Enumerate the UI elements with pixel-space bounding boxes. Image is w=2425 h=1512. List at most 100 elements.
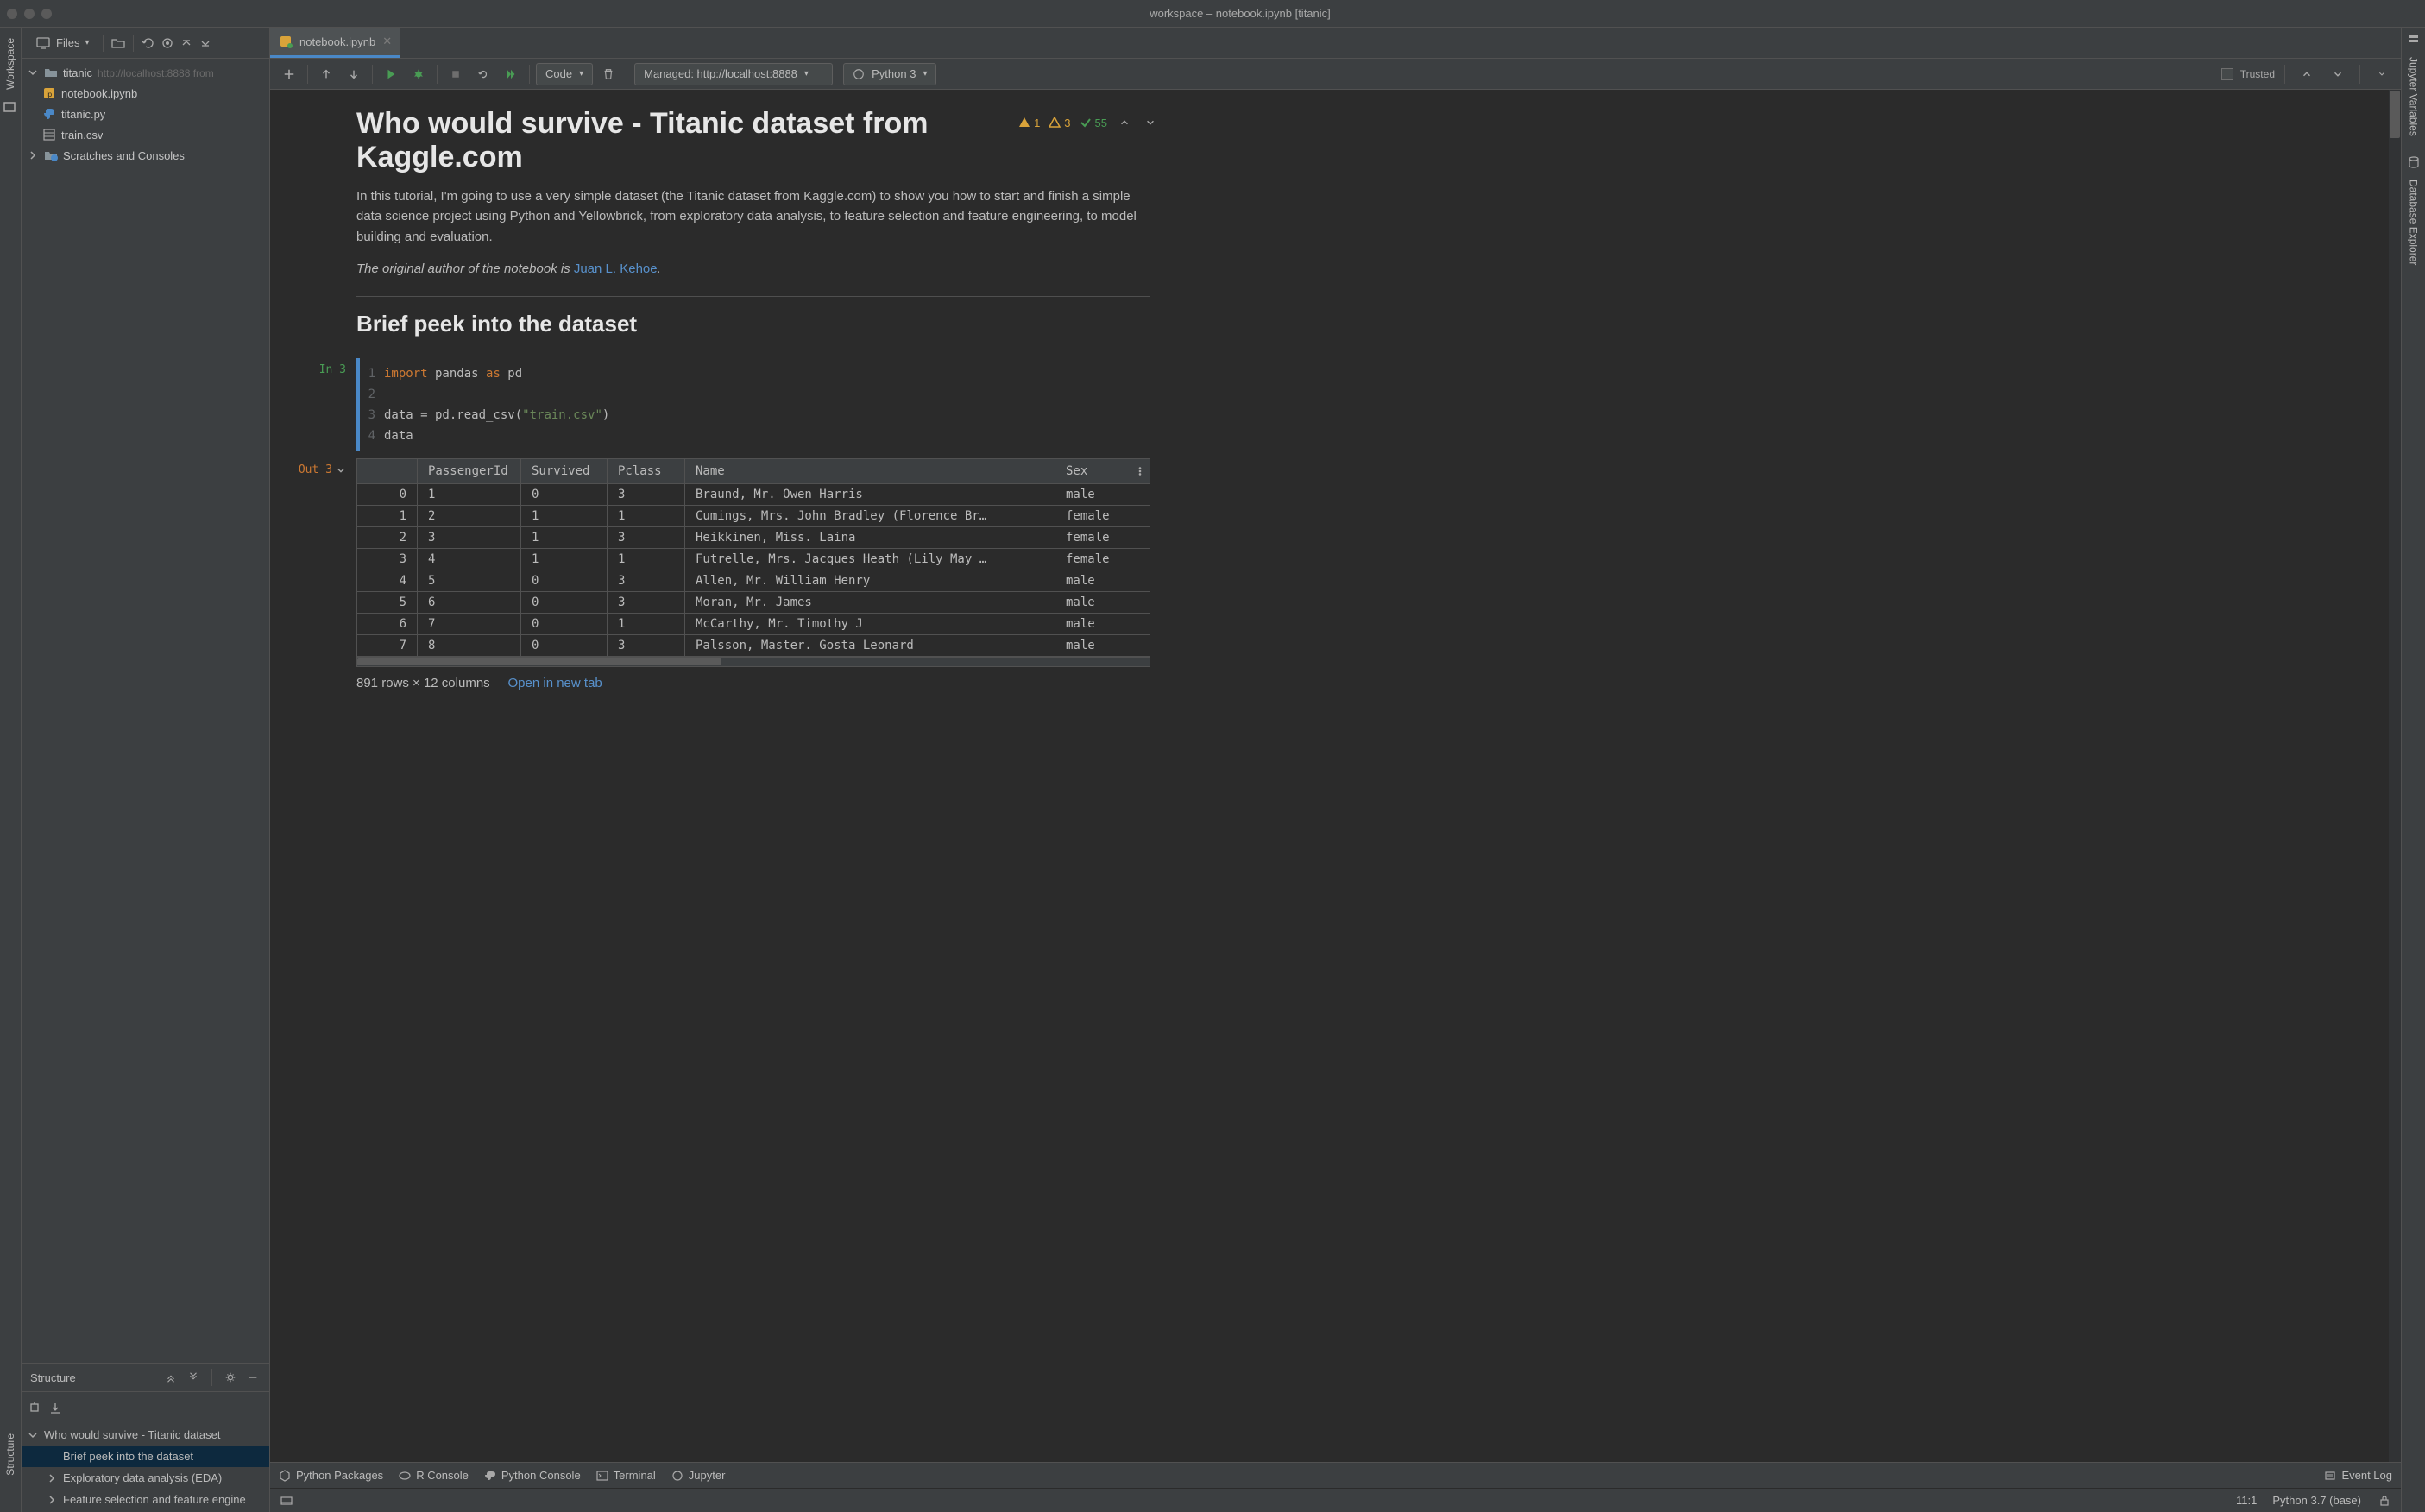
autoscroll-icon[interactable] xyxy=(47,1400,63,1415)
next-cell-icon[interactable] xyxy=(2326,63,2350,85)
kernel-dropdown[interactable]: Managed: http://localhost:8888 ▾ xyxy=(634,63,833,85)
add-cell-icon[interactable] xyxy=(277,63,301,85)
table-cell: male xyxy=(1055,614,1124,635)
table-cell xyxy=(1124,527,1150,549)
code-line[interactable]: 2 xyxy=(360,384,1150,405)
interpreter-indicator[interactable]: Python 3.7 (base) xyxy=(2272,1494,2361,1507)
target-icon[interactable] xyxy=(160,35,175,51)
new-folder-icon[interactable] xyxy=(110,35,126,51)
run-icon[interactable] xyxy=(379,63,403,85)
file-tree-item[interactable]: titanic.py xyxy=(22,104,269,124)
next-issue-icon[interactable] xyxy=(1142,114,1159,131)
column-header[interactable]: Pclass xyxy=(608,459,685,484)
collapse-all-icon[interactable] xyxy=(186,1370,201,1385)
table-cell: 3 xyxy=(608,635,685,657)
lock-icon[interactable] xyxy=(2377,1493,2392,1509)
scrollbar-thumb[interactable] xyxy=(357,658,721,665)
table-row[interactable]: 6701McCarthy, Mr. Timothy Jmale xyxy=(357,614,1150,635)
table-row[interactable]: 4503Allen, Mr. William Henrymale xyxy=(357,570,1150,592)
horizontal-scrollbar[interactable] xyxy=(356,657,1150,667)
gear-icon[interactable] xyxy=(223,1370,238,1385)
close-icon[interactable]: ✕ xyxy=(382,35,392,48)
warning-badge[interactable]: 3 xyxy=(1049,117,1070,129)
jupyter-variables-tab[interactable]: Jupyter Variables xyxy=(2404,47,2423,147)
file-tree-item[interactable]: ip notebook.ipynb xyxy=(22,83,269,104)
trusted-checkbox[interactable] xyxy=(2221,68,2233,80)
ok-badge[interactable]: 55 xyxy=(1080,117,1107,129)
column-header[interactable]: Name xyxy=(685,459,1055,484)
delete-cell-icon[interactable] xyxy=(596,63,620,85)
minimize-window-button[interactable] xyxy=(24,9,35,19)
panel-toggle-icon[interactable] xyxy=(279,1493,294,1509)
structure-tool-tab[interactable]: Structure xyxy=(1,1423,20,1486)
table-row[interactable]: 5603Moran, Mr. Jamesmale xyxy=(357,592,1150,614)
r-console-tab[interactable]: R Console xyxy=(399,1469,469,1482)
workspace-tool-tab[interactable]: Workspace xyxy=(1,28,20,100)
table-row[interactable]: 1211Cumings, Mrs. John Bradley (Florence… xyxy=(357,506,1150,527)
project-url: http://localhost:8888 from xyxy=(98,67,214,79)
jupyter-tab[interactable]: Jupyter xyxy=(671,1469,726,1482)
stack-icon[interactable] xyxy=(2407,33,2421,47)
expand-icon[interactable] xyxy=(179,35,194,51)
pin-icon[interactable] xyxy=(27,1400,42,1415)
author-link[interactable]: Juan L. Kehoe xyxy=(574,261,658,276)
prev-cell-icon[interactable] xyxy=(2295,63,2319,85)
interpreter-dropdown[interactable]: Python 3 ▾ xyxy=(843,63,936,85)
table-row[interactable]: 3411Futrelle, Mrs. Jacques Heath (Lily M… xyxy=(357,549,1150,570)
structure-item[interactable]: Exploratory data analysis (EDA) xyxy=(22,1467,269,1489)
close-window-button[interactable] xyxy=(7,9,17,19)
more-icon[interactable] xyxy=(2370,63,2394,85)
collapse-icon[interactable] xyxy=(198,35,213,51)
minimize-icon[interactable] xyxy=(245,1370,261,1385)
structure-item[interactable]: Brief peek into the dataset xyxy=(22,1446,269,1467)
file-tree-item[interactable]: train.csv xyxy=(22,124,269,145)
python-console-tab[interactable]: Python Console xyxy=(484,1469,581,1482)
code-line[interactable]: 3data = pd.read_csv("train.csv") xyxy=(360,405,1150,425)
move-up-icon[interactable] xyxy=(314,63,338,85)
cell-type-dropdown[interactable]: Code ▾ xyxy=(536,63,593,85)
column-header[interactable]: Survived xyxy=(521,459,608,484)
code-editor[interactable]: 1import pandas as pd23data = pd.read_csv… xyxy=(356,358,1150,451)
move-down-icon[interactable] xyxy=(342,63,366,85)
debug-icon[interactable] xyxy=(406,63,431,85)
event-log-tab[interactable]: Event Log xyxy=(2324,1469,2392,1482)
scrollbar-thumb[interactable] xyxy=(2390,91,2400,138)
scrollbar-track[interactable] xyxy=(2389,90,2401,1462)
stop-icon[interactable] xyxy=(444,63,468,85)
expand-all-icon[interactable] xyxy=(163,1370,179,1385)
run-all-icon[interactable] xyxy=(499,63,523,85)
column-header[interactable]: Sex xyxy=(1055,459,1124,484)
prev-issue-icon[interactable] xyxy=(1116,114,1133,131)
maximize-window-button[interactable] xyxy=(41,9,52,19)
table-row[interactable]: 0103Braund, Mr. Owen Harrismale xyxy=(357,484,1150,506)
database-icon[interactable] xyxy=(2407,155,2421,169)
editor-tab[interactable]: notebook.ipynb ✕ xyxy=(270,28,400,58)
table-menu-button[interactable] xyxy=(1124,459,1150,484)
files-dropdown[interactable]: Files ▾ xyxy=(28,32,96,54)
terminal-tab[interactable]: Terminal xyxy=(596,1469,656,1482)
table-cell: Heikkinen, Miss. Laina xyxy=(685,527,1055,549)
structure-item[interactable]: Feature selection and feature engine xyxy=(22,1489,269,1510)
python-packages-tab[interactable]: Python Packages xyxy=(279,1469,383,1482)
sync-icon[interactable] xyxy=(141,35,156,51)
notebook-body[interactable]: Who would survive - Titanic dataset from… xyxy=(270,90,2401,1462)
code-line[interactable]: 4data xyxy=(360,425,1150,446)
restart-icon[interactable] xyxy=(471,63,495,85)
column-header[interactable] xyxy=(357,459,418,484)
titlebar: workspace – notebook.ipynb [titanic] xyxy=(0,0,2425,28)
structure-item[interactable]: Who would survive - Titanic dataset xyxy=(22,1424,269,1446)
code-line[interactable]: 1import pandas as pd xyxy=(360,363,1150,384)
table-row[interactable]: 2313Heikkinen, Miss. Lainafemale xyxy=(357,527,1150,549)
column-header[interactable]: PassengerId xyxy=(418,459,521,484)
database-explorer-tab[interactable]: Database Explorer xyxy=(2404,169,2423,275)
table-row[interactable]: 7803Palsson, Master. Gosta Leonardmale xyxy=(357,635,1150,657)
open-in-new-tab-link[interactable]: Open in new tab xyxy=(508,676,602,690)
line-column-indicator[interactable]: 11:1 xyxy=(2236,1494,2257,1507)
bottom-toolbar: Python Packages R Console Python Console… xyxy=(270,1462,2401,1488)
output-prompt[interactable]: Out 3 xyxy=(279,463,346,476)
file-tree-project-root[interactable]: titanichttp://localhost:8888 from xyxy=(22,62,269,83)
file-tree-scratches[interactable]: Scratches and Consoles xyxy=(22,145,269,166)
notebook-intro: In this tutorial, I'm going to use a ver… xyxy=(356,186,1150,247)
warning-badge[interactable]: 1 xyxy=(1018,117,1040,129)
structure-item-label: Exploratory data analysis (EDA) xyxy=(63,1471,222,1484)
